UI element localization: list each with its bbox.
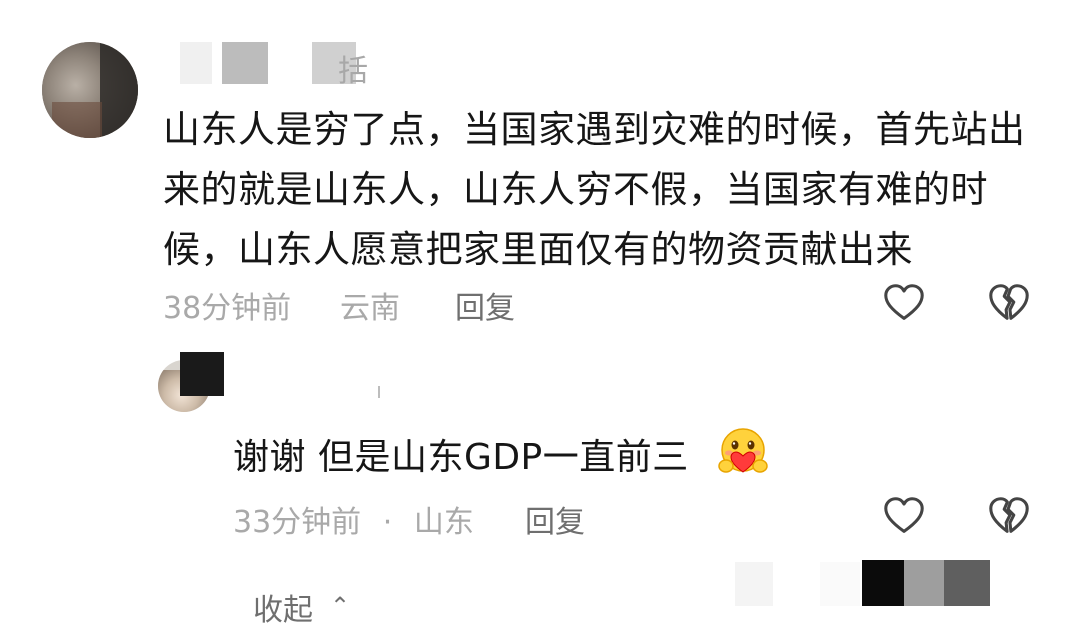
broken-heart-icon[interactable] [986, 493, 1032, 539]
chevron-up-icon[interactable]: ⌃ [330, 592, 350, 620]
redacted-block [862, 560, 904, 606]
reply-meta: 33分钟前 · 山东 [233, 497, 474, 541]
comment-location: 云南 [340, 291, 400, 326]
collapse-replies-button[interactable]: 收起 [253, 585, 313, 629]
broken-heart-icon[interactable] [986, 280, 1032, 326]
redacted-block [944, 560, 990, 606]
comment-time: 38分钟前 [163, 291, 292, 326]
avatar[interactable] [42, 42, 138, 138]
hugging-face-emoji [718, 428, 768, 473]
username-redacted [180, 42, 212, 84]
meta-separator: · [382, 505, 393, 540]
username-redacted-fragment [378, 386, 380, 398]
username-redacted [222, 42, 268, 84]
redacted-block [735, 562, 773, 606]
comment-text: 山东人是穷了点，当国家遇到灾难的时候，首先站出来的就是山东人，山东人穷不假，当国… [163, 108, 1026, 271]
reply-location: 山东 [413, 505, 474, 540]
username-redacted [180, 352, 224, 396]
redacted-block [820, 562, 860, 606]
reply-text: 谢谢 但是山东GDP一直前三 [233, 437, 689, 478]
reply-time: 33分钟前 [233, 505, 362, 540]
username-partial[interactable]: 括 [338, 46, 368, 90]
redacted-block [904, 560, 944, 606]
reply-button[interactable]: 回复 [455, 283, 515, 327]
reply-button[interactable]: 回复 [525, 497, 585, 541]
heart-outline-icon[interactable] [881, 280, 927, 326]
heart-outline-icon[interactable] [881, 493, 927, 539]
